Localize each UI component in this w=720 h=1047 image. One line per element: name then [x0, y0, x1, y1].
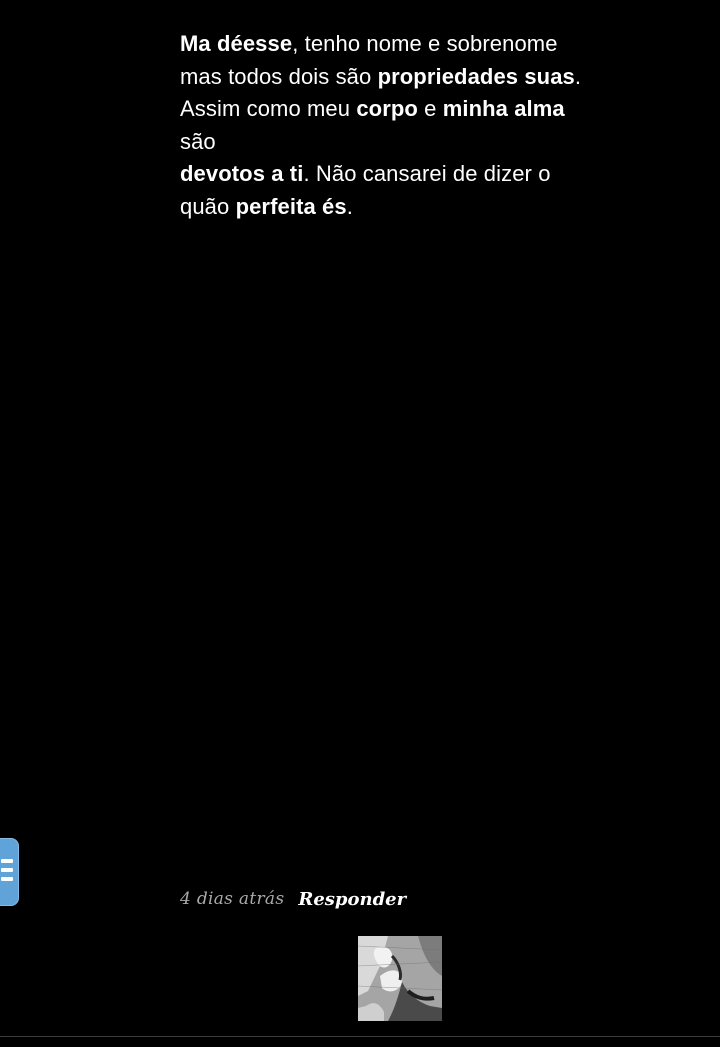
- comment-body: Ma déesse, tenho nome e sobrenome mas to…: [180, 28, 650, 223]
- reply-button[interactable]: Responder: [298, 889, 406, 910]
- comment-fragment: Assim como meu: [180, 96, 357, 121]
- comment-fragment: são: [180, 128, 216, 154]
- comment-timestamp: 4 dias atrás: [180, 889, 285, 909]
- comment-fragment: , tenho nome e sobrenome: [292, 31, 558, 56]
- comment-fragment: .: [574, 63, 582, 89]
- comment-fragment: corpo: [356, 96, 418, 121]
- comment-fragment: mas todos dois são: [180, 63, 378, 89]
- comment-fragment: quão: [180, 193, 236, 219]
- comment-fragment: e: [417, 96, 443, 121]
- comment-fragment: minha alma: [442, 96, 565, 121]
- divider: [0, 1036, 720, 1037]
- comment-meta: 4 dias atrás Responder: [180, 885, 406, 913]
- side-menu-tab[interactable]: [0, 838, 19, 906]
- comment-line: quão perfeita és.: [180, 191, 650, 224]
- comment-line: Ma déesse, tenho nome e sobrenome: [180, 28, 650, 61]
- comment-line: devotos a ti. Não cansarei de dizer o: [180, 158, 650, 191]
- comment-fragment: Ma déesse: [180, 31, 293, 56]
- user-avatar-image[interactable]: [358, 936, 442, 1021]
- comment-line: Assim como meu corpo e minha alma: [180, 93, 650, 126]
- comment-fragment: propriedades suas: [377, 63, 575, 89]
- comment-fragment: .: [346, 193, 353, 219]
- comment-fragment: perfeita és: [235, 193, 347, 219]
- comment-line: são: [180, 126, 650, 159]
- comment-line: mas todos dois são propriedades suas.: [180, 61, 650, 94]
- comment-fragment: . Não cansarei de dizer o: [303, 161, 551, 186]
- menu-lines-icon: [1, 859, 13, 886]
- comment-fragment: devotos a ti: [180, 161, 304, 186]
